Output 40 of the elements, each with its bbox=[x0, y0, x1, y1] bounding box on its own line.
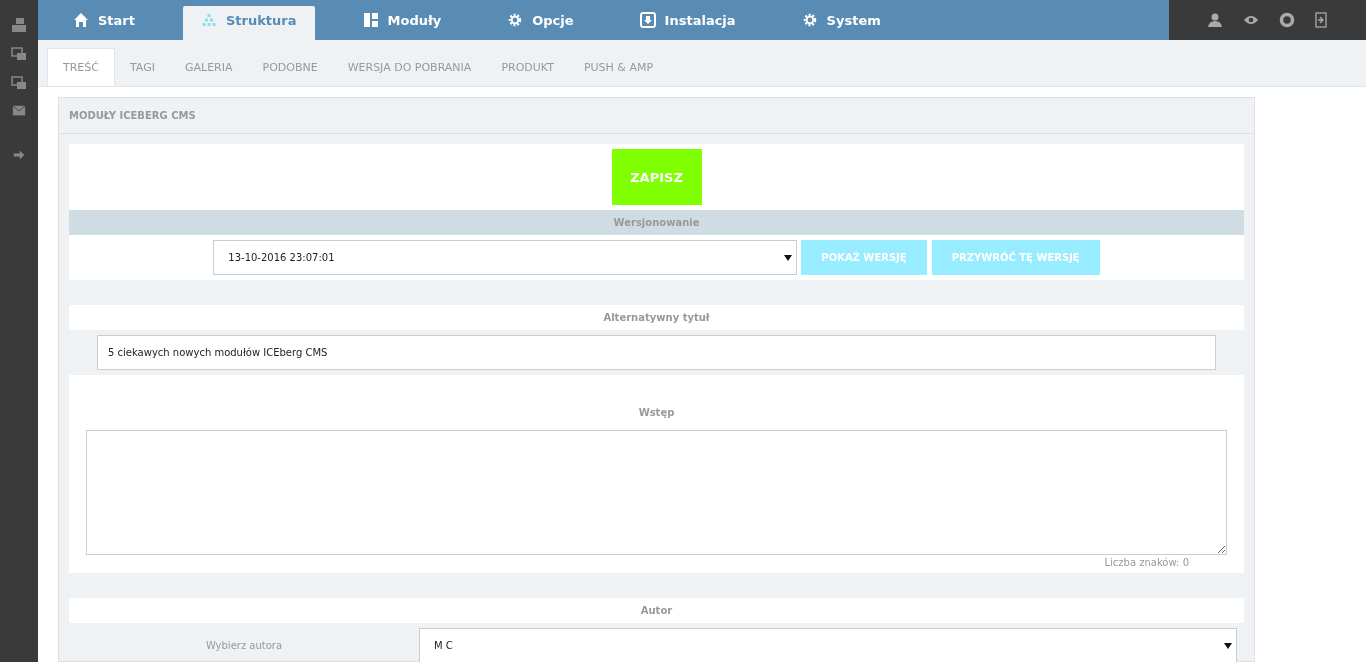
caret-icon bbox=[784, 254, 793, 261]
content-tab[interactable]: PUSH & AMP bbox=[568, 48, 669, 86]
title-field[interactable]: 5 ciekawych nowych modułów ICEberg CMS bbox=[97, 335, 1216, 370]
nav-tab[interactable]: Start bbox=[55, 6, 153, 40]
nav-tab[interactable]: Moduły bbox=[344, 6, 460, 40]
content-tab[interactable]: PODOBNE bbox=[247, 48, 333, 86]
author-select[interactable]: M C bbox=[419, 628, 1237, 662]
nav-tab[interactable]: Struktura bbox=[183, 6, 315, 40]
section-header: Wersjonowanie bbox=[69, 210, 1244, 235]
section-heading: Autor bbox=[69, 598, 1244, 623]
user-icon[interactable] bbox=[1206, 12, 1223, 28]
panel-title: MODUŁY ICEBERG CMS bbox=[69, 110, 196, 121]
gear-icon bbox=[507, 12, 524, 28]
caret-icon bbox=[1224, 642, 1232, 649]
section-heading: Alternatywny tytuł bbox=[69, 305, 1244, 330]
nav-tab[interactable]: Instalacja bbox=[621, 6, 754, 40]
content-tab[interactable]: PRODUKT bbox=[486, 48, 569, 86]
section-heading: Wstęp bbox=[69, 400, 1244, 425]
printer-icon[interactable] bbox=[11, 17, 27, 33]
lifebuoy-icon[interactable] bbox=[1278, 12, 1295, 28]
layout-icon bbox=[362, 12, 379, 28]
nav-tab[interactable]: Opcje bbox=[489, 6, 592, 40]
author-label: Wybierz autora bbox=[204, 640, 284, 651]
envelope-icon[interactable] bbox=[11, 104, 27, 118]
content-tab[interactable]: GALERIA bbox=[169, 48, 248, 86]
content-tab[interactable]: WERSJA DO POBRANIA bbox=[332, 48, 487, 86]
character-count: Liczba znaków: 0 bbox=[1104, 557, 1189, 568]
windows-icon[interactable] bbox=[11, 75, 27, 91]
version-select[interactable]: 13-10-2016 23:07:01 bbox=[213, 240, 798, 275]
house-icon bbox=[73, 12, 89, 28]
pyramid-icon bbox=[201, 12, 217, 28]
download-icon bbox=[639, 12, 656, 28]
content-tab[interactable]: TAGI bbox=[115, 48, 170, 86]
content-tab[interactable]: TREŚĆ bbox=[47, 48, 115, 86]
gear-icon bbox=[801, 12, 818, 28]
nav-tab[interactable]: System bbox=[783, 6, 899, 40]
eye-icon[interactable] bbox=[1242, 14, 1259, 26]
windows-icon[interactable] bbox=[11, 46, 27, 62]
arrow-right-icon[interactable] bbox=[12, 149, 26, 161]
exit-icon[interactable] bbox=[1314, 12, 1329, 28]
